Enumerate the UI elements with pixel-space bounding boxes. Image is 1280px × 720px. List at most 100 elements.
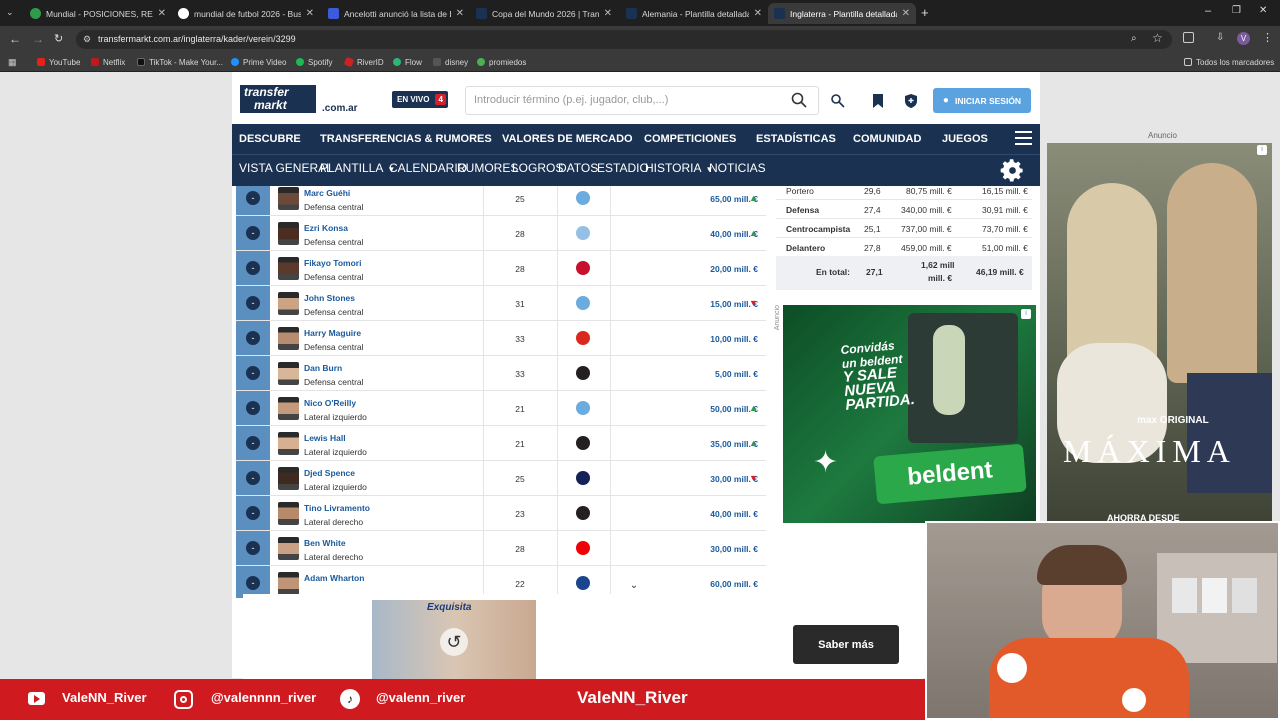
player-name-link[interactable]: Ben White — [304, 538, 346, 548]
gear-icon[interactable] — [999, 157, 1026, 184]
close-icon[interactable]: ✕ — [306, 8, 314, 19]
club-crest-icon[interactable] — [576, 226, 590, 240]
player-name-link[interactable]: Adam Wharton — [304, 573, 364, 583]
market-value[interactable]: 30,00 mill. € — [656, 474, 758, 484]
collapse-ad-chevron-icon[interactable]: ⌄ — [620, 578, 648, 594]
club-crest-icon[interactable] — [576, 541, 590, 555]
bookmark-promiedos[interactable]: promiedos — [477, 52, 526, 72]
table-row[interactable]: - Nico O'Reilly Lateral izquierdo 21 50,00 m… — [236, 391, 766, 426]
subnav-calendario[interactable]: CALENDARIO — [389, 161, 467, 175]
subnav-logros[interactable]: LOGROS — [512, 161, 563, 175]
subnav-noticias[interactable]: NOTICIAS — [709, 161, 766, 175]
subnav-datos[interactable]: DATOS — [558, 161, 598, 175]
tab-2[interactable]: mundial de futbol 2026 - Busca ✕ — [172, 3, 320, 24]
player-photo[interactable] — [278, 327, 299, 350]
nav-descubre[interactable]: DESCUBRE — [239, 124, 301, 154]
player-name-link[interactable]: Fikayo Tomori — [304, 258, 361, 268]
table-row[interactable]: - Marc Guéhi Defensa central 25 65,00 mill. … — [236, 186, 766, 216]
bookmark-netflix[interactable]: Netflix — [91, 52, 125, 72]
nav-valores[interactable]: VALORES DE MERCADO — [502, 124, 633, 154]
url-field[interactable]: transfermarkt.com.ar/inglaterra/kader/ve… — [76, 30, 1172, 49]
bookmark-tiktok[interactable]: TikTok - Make Your... — [137, 52, 223, 72]
tab-search-icon[interactable]: ⌄ — [6, 7, 14, 18]
forward-icon[interactable]: → — [32, 32, 44, 46]
player-photo[interactable] — [278, 187, 299, 210]
shield-icon[interactable] — [903, 93, 919, 109]
tab-5[interactable]: Alemania - Plantilla detallada 2 ✕ — [620, 3, 768, 24]
player-name-link[interactable]: John Stones — [304, 293, 355, 303]
zoom-icon[interactable]: ⌕ — [1131, 33, 1137, 44]
player-search-icon[interactable] — [830, 93, 846, 109]
market-value[interactable]: 20,00 mill. € — [656, 264, 758, 274]
club-crest-icon[interactable] — [576, 296, 590, 310]
market-value[interactable]: 40,00 mill. € — [656, 509, 758, 519]
subnav-historia[interactable]: HISTORIA ▼ — [645, 161, 713, 175]
club-crest-icon[interactable] — [576, 471, 590, 485]
club-crest-icon[interactable] — [576, 331, 590, 345]
market-value[interactable]: 35,00 mill. € — [656, 439, 758, 449]
market-value[interactable]: 40,00 mill. € — [656, 229, 758, 239]
nav-estadisticas[interactable]: ESTADÍSTICAS — [756, 124, 836, 154]
club-crest-icon[interactable] — [576, 261, 590, 275]
market-value[interactable]: 65,00 mill. € — [656, 194, 758, 204]
bookmark-flow[interactable]: Flow — [393, 52, 422, 72]
close-icon[interactable]: ✕ — [456, 8, 464, 19]
tab-6-active[interactable]: Inglaterra - Plantilla detallada 2 ✕ — [768, 3, 916, 24]
market-value[interactable]: 50,00 mill. € — [656, 404, 758, 414]
bottom-ad-image[interactable]: Exquisita ↺ — [372, 600, 536, 679]
market-value[interactable]: 5,00 mill. € — [656, 369, 758, 379]
close-icon[interactable]: ✕ — [158, 8, 166, 19]
player-photo[interactable] — [278, 572, 299, 595]
club-crest-icon[interactable] — [576, 576, 590, 590]
transfermarkt-logo[interactable]: transfer markt — [240, 85, 316, 113]
market-value[interactable]: 15,00 mill. € — [656, 299, 758, 309]
player-name-link[interactable]: Marc Guéhi — [304, 188, 350, 198]
player-photo[interactable] — [278, 467, 299, 490]
bookmark-youtube[interactable]: YouTube — [37, 52, 80, 72]
subnav-estadio[interactable]: ESTADIO — [597, 161, 649, 175]
player-photo[interactable] — [278, 502, 299, 525]
player-name-link[interactable]: Djed Spence — [304, 468, 355, 478]
tab-1[interactable]: Mundial - POSICIONES, RESULT ✕ — [24, 3, 172, 24]
player-name-link[interactable]: Lewis Hall — [304, 433, 346, 443]
subnav-vista-general[interactable]: VISTA GENERAL — [239, 161, 333, 175]
market-value[interactable]: 30,00 mill. € — [656, 544, 758, 554]
tab-4[interactable]: Copa del Mundo 2026 | Transfe ✕ — [470, 3, 618, 24]
player-photo[interactable] — [278, 362, 299, 385]
table-row[interactable]: - Harry Maguire Defensa central 33 10,00 mil… — [236, 321, 766, 356]
close-icon[interactable]: ✕ — [902, 8, 910, 19]
club-crest-icon[interactable] — [576, 401, 590, 415]
player-name-link[interactable]: Harry Maguire — [304, 328, 361, 338]
beldent-ad[interactable]: Convidás un beldent Y SALE NUEVA PARTIDA. be… — [783, 305, 1036, 523]
downloads-icon[interactable]: ⇩ — [1216, 32, 1224, 43]
extensions-icon[interactable] — [1183, 32, 1194, 43]
player-photo[interactable] — [278, 537, 299, 560]
club-crest-icon[interactable] — [576, 191, 590, 205]
player-photo[interactable] — [278, 222, 299, 245]
live-button[interactable]: EN VIVO 4 — [392, 91, 448, 108]
bookmark-disney[interactable]: disney — [433, 52, 468, 72]
close-icon[interactable]: ✕ — [604, 8, 612, 19]
player-name-link[interactable]: Nico O'Reilly — [304, 398, 356, 408]
table-row[interactable]: - Tino Livramento Lateral derecho 23 40,00 m… — [236, 496, 766, 531]
club-crest-icon[interactable] — [576, 506, 590, 520]
bookmark-star-icon[interactable]: ☆ — [1152, 31, 1163, 45]
maximize-icon[interactable]: ❐ — [1232, 5, 1241, 16]
nav-comunidad[interactable]: COMUNIDAD — [853, 124, 921, 154]
all-bookmarks[interactable]: Todos los marcadores — [1184, 52, 1274, 72]
club-crest-icon[interactable] — [576, 366, 590, 380]
table-row[interactable]: - Dan Burn Defensa central 33 5,00 mill. € — [236, 356, 766, 391]
reload-icon[interactable]: ↻ — [54, 32, 63, 45]
nav-competiciones[interactable]: COMPETICIONES — [644, 124, 736, 154]
table-row[interactable]: - Fikayo Tomori Defensa central 28 20,00 mil… — [236, 251, 766, 286]
hamburger-icon[interactable] — [1015, 131, 1032, 146]
new-tab-button[interactable]: + — [921, 5, 929, 20]
max-ad[interactable]: max ORIGINAL MÁXIMA AHORRA DESDE i — [1047, 143, 1272, 523]
nav-juegos[interactable]: JUEGOS — [942, 124, 988, 154]
ad-info-icon[interactable]: i — [1257, 145, 1267, 155]
search-icon[interactable] — [791, 92, 807, 108]
player-photo[interactable] — [278, 397, 299, 420]
profile-avatar[interactable]: V — [1237, 32, 1250, 45]
bookmark-spotify[interactable]: Spotify — [296, 52, 332, 72]
table-row[interactable]: - Ben White Lateral derecho 28 30,00 mill. € — [236, 531, 766, 566]
